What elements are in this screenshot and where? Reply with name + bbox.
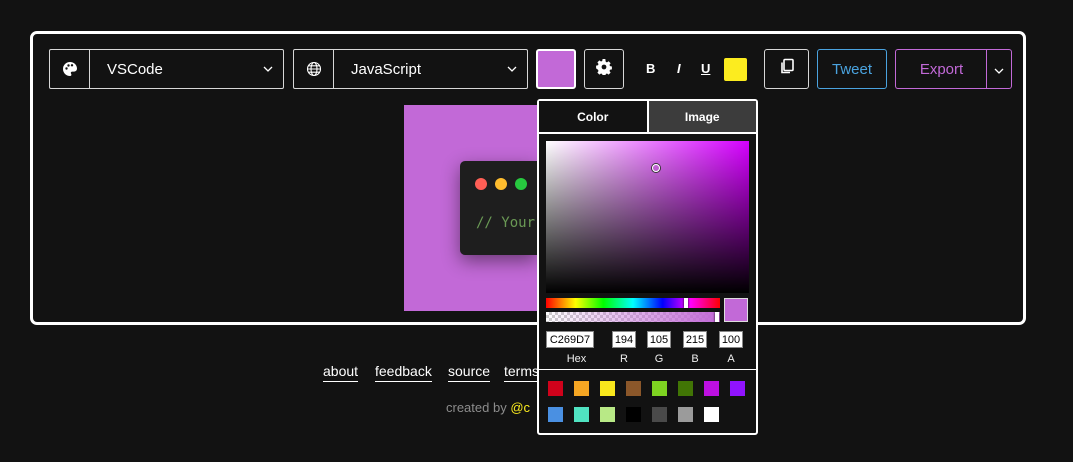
preset-swatch[interactable] <box>652 381 667 396</box>
hue-slider[interactable] <box>546 298 720 308</box>
saturation-handle[interactable] <box>652 164 660 172</box>
blue-label: B <box>691 353 699 365</box>
footer-link-terms[interactable]: terms <box>504 363 539 382</box>
preset-swatch[interactable] <box>704 407 719 422</box>
preset-swatch[interactable] <box>626 407 641 422</box>
close-dot <box>475 178 487 190</box>
blue-input[interactable]: 215 <box>683 331 707 348</box>
footer-link-feedback[interactable]: feedback <box>375 363 432 382</box>
red-input[interactable]: 194 <box>612 331 636 348</box>
language-select-value: JavaScript <box>351 60 422 78</box>
minimize-dot <box>495 178 507 190</box>
chevron-down-icon <box>253 66 283 72</box>
current-color-swatch <box>724 298 748 322</box>
preset-swatch[interactable] <box>730 381 745 396</box>
preset-swatch[interactable] <box>574 381 589 396</box>
tweet-button[interactable]: Tweet <box>817 49 887 89</box>
globe-icon <box>294 50 334 88</box>
preset-swatch[interactable] <box>678 407 693 422</box>
footer-link-source[interactable]: source <box>448 363 491 382</box>
tab-color[interactable]: Color <box>539 101 649 132</box>
theme-select[interactable]: VSCode <box>49 49 284 89</box>
preset-swatch[interactable] <box>704 381 719 396</box>
credit-text: created by @c <box>446 400 530 415</box>
alpha-label: A <box>727 353 735 365</box>
code-window: // Your <box>460 161 537 255</box>
preset-swatch[interactable] <box>600 407 615 422</box>
preset-swatch[interactable] <box>600 381 615 396</box>
preset-swatch[interactable] <box>652 407 667 422</box>
credit-prefix: created by <box>446 400 507 415</box>
preset-swatch[interactable] <box>548 407 563 422</box>
green-label: G <box>654 353 664 365</box>
hex-input[interactable]: C269D7 <box>546 331 594 348</box>
alpha-slider-thumb[interactable] <box>715 312 719 322</box>
code-editor[interactable]: // Your <box>476 215 535 231</box>
background-color-button[interactable] <box>536 49 576 89</box>
export-options-button[interactable] <box>986 49 1012 89</box>
preset-swatch[interactable] <box>626 381 641 396</box>
clipboard-icon <box>779 58 795 80</box>
underline-button[interactable]: U <box>701 61 710 76</box>
chevron-down-icon <box>497 66 527 72</box>
footer-link-about[interactable]: about <box>323 363 359 382</box>
hex-label: Hex <box>566 353 587 365</box>
italic-button[interactable]: I <box>677 61 681 76</box>
copy-button[interactable] <box>764 49 809 89</box>
hue-slider-thumb[interactable] <box>684 298 688 308</box>
palette-icon <box>50 50 90 88</box>
color-picker-popover: Color Image C269D7 194 105 215 100 Hex R… <box>537 99 758 435</box>
bold-button[interactable]: B <box>646 61 655 76</box>
saturation-value-area[interactable] <box>546 141 749 293</box>
preset-swatch[interactable] <box>574 407 589 422</box>
gear-icon <box>596 58 612 80</box>
alpha-slider[interactable] <box>546 312 720 322</box>
export-button[interactable]: Export <box>895 49 987 89</box>
preset-swatch[interactable] <box>678 381 693 396</box>
picker-tabs: Color Image <box>539 101 756 134</box>
chevron-down-icon <box>994 61 1004 78</box>
tab-image[interactable]: Image <box>648 101 756 132</box>
preset-swatch[interactable] <box>548 381 563 396</box>
settings-button[interactable] <box>584 49 624 89</box>
language-select[interactable]: JavaScript <box>293 49 528 89</box>
red-label: R <box>620 353 628 365</box>
maximize-dot <box>515 178 527 190</box>
credit-handle-link[interactable]: @c <box>510 400 530 415</box>
green-input[interactable]: 105 <box>647 331 671 348</box>
highlight-color-button[interactable] <box>724 58 747 81</box>
theme-select-value: VSCode <box>107 60 163 78</box>
alpha-input[interactable]: 100 <box>719 331 743 348</box>
picker-divider <box>539 369 756 370</box>
